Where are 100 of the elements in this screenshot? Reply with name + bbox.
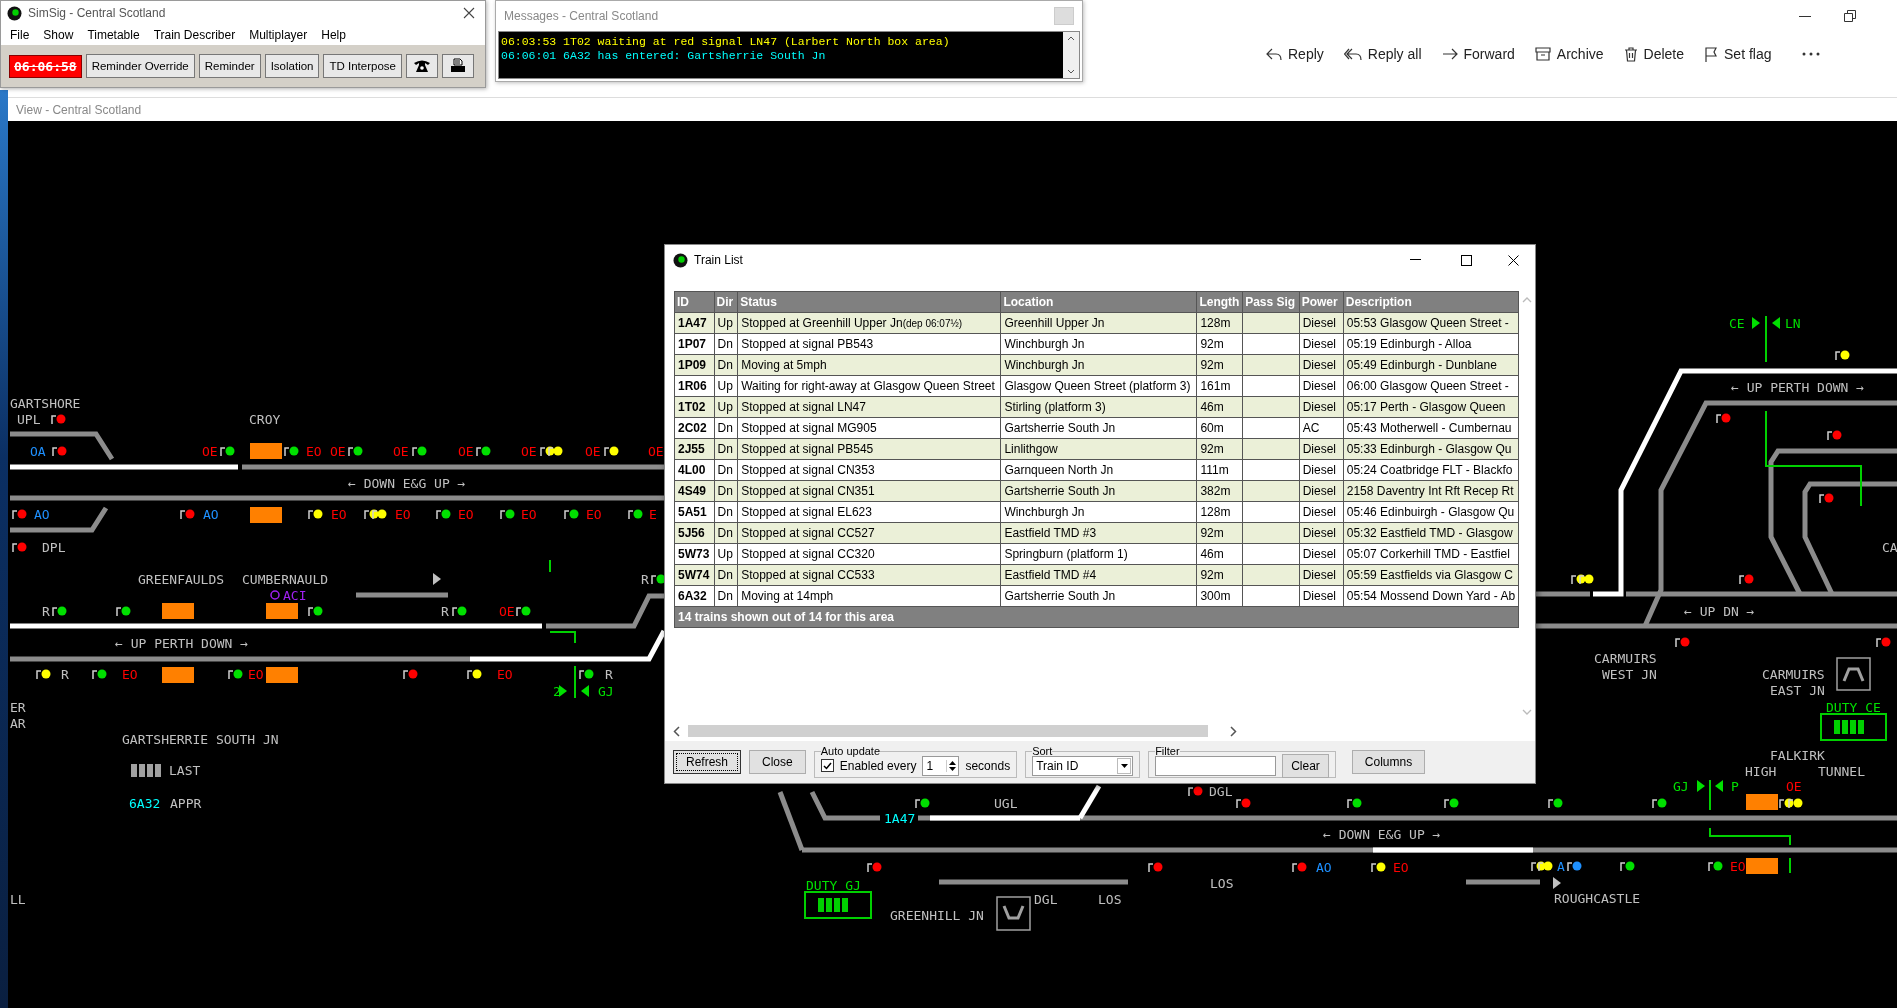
- column-header[interactable]: Power: [1299, 291, 1344, 313]
- signal-icon[interactable]: [348, 446, 363, 457]
- close-icon[interactable]: [463, 7, 475, 19]
- signal-icon[interactable]: [579, 669, 594, 680]
- signal-icon[interactable]: [1371, 862, 1386, 873]
- toolbar-button[interactable]: Reminder Override: [85, 54, 195, 78]
- close-button[interactable]: Close: [749, 750, 806, 774]
- signal-icon[interactable]: [1188, 786, 1203, 797]
- signal-icon[interactable]: [1827, 430, 1842, 441]
- column-header[interactable]: Length: [1196, 291, 1243, 313]
- menu-item[interactable]: Timetable: [87, 28, 140, 42]
- toolbar-button[interactable]: TD Interpose: [323, 54, 402, 78]
- toolbar-button[interactable]: Forward: [1433, 44, 1523, 64]
- signal-icon[interactable]: [476, 446, 491, 457]
- checkbox-label[interactable]: Enabled every: [839, 758, 917, 773]
- column-header[interactable]: Pass Sig: [1242, 291, 1300, 313]
- signal-icon[interactable]: [116, 606, 131, 617]
- refresh-button[interactable]: Refresh: [673, 750, 742, 774]
- signal-icon[interactable]: [1538, 861, 1553, 872]
- signal-icon[interactable]: [564, 509, 579, 520]
- signal-icon[interactable]: [867, 862, 882, 873]
- column-header[interactable]: ID: [674, 291, 715, 313]
- signal-icon[interactable]: [604, 446, 619, 457]
- berth-marker[interactable]: [162, 603, 194, 619]
- signal-icon[interactable]: [1652, 798, 1667, 809]
- signal-icon[interactable]: [1739, 574, 1754, 585]
- signal-icon[interactable]: [548, 446, 563, 457]
- signal-icon[interactable]: [452, 606, 467, 617]
- signal-icon[interactable]: [1347, 798, 1362, 809]
- column-header[interactable]: Description: [1343, 291, 1519, 313]
- close-icon[interactable]: [1508, 254, 1519, 266]
- minimize-icon[interactable]: [1799, 16, 1811, 18]
- signal-icon[interactable]: [651, 574, 666, 585]
- column-header[interactable]: Dir: [714, 291, 738, 313]
- signal-icon[interactable]: [228, 669, 243, 680]
- signal-icon[interactable]: [36, 669, 51, 680]
- signal-icon[interactable]: [1708, 861, 1723, 872]
- signal-icon[interactable]: [1567, 861, 1582, 872]
- signal-icon[interactable]: [1876, 637, 1891, 648]
- signal-icon[interactable]: [308, 606, 323, 617]
- menu-item[interactable]: Show: [43, 28, 74, 42]
- signal-icon[interactable]: [52, 446, 67, 457]
- toolbar-button[interactable]: Delete: [1615, 44, 1692, 64]
- signal-icon[interactable]: [1571, 574, 1586, 585]
- toolbar-button[interactable]: Archive: [1526, 44, 1612, 64]
- berth-marker[interactable]: [1746, 858, 1778, 874]
- signal-icon[interactable]: [1620, 861, 1635, 872]
- toolbar-button[interactable]: Isolation: [264, 54, 320, 78]
- toolbar-button[interactable]: Reply: [1258, 44, 1332, 64]
- signal-icon[interactable]: [1292, 862, 1307, 873]
- signal-icon[interactable]: [364, 509, 379, 520]
- signal-icon[interactable]: [1444, 798, 1459, 809]
- signal-icon[interactable]: [92, 669, 107, 680]
- signal-icon[interactable]: [628, 509, 643, 520]
- clear-button[interactable]: Clear: [1282, 753, 1329, 778]
- signal-icon[interactable]: [1835, 350, 1850, 361]
- restore-icon[interactable]: [1844, 10, 1856, 22]
- signal-icon[interactable]: [372, 509, 387, 520]
- signal-icon[interactable]: [1675, 637, 1690, 648]
- maximize-icon[interactable]: [1461, 254, 1472, 266]
- signal-icon[interactable]: [1531, 861, 1546, 872]
- sort-dropdown[interactable]: Train ID: [1032, 755, 1134, 776]
- berth-marker[interactable]: [250, 443, 282, 459]
- berth-marker[interactable]: [1746, 794, 1778, 810]
- signal-icon[interactable]: [403, 669, 418, 680]
- berth-marker[interactable]: [250, 507, 282, 523]
- phone-button[interactable]: [405, 54, 438, 78]
- checkbox[interactable]: [820, 759, 834, 772]
- signal-icon[interactable]: [436, 509, 451, 520]
- signal-icon[interactable]: [1548, 798, 1563, 809]
- toolbar-button[interactable]: Set flag: [1696, 44, 1780, 64]
- menu-item[interactable]: Help: [321, 28, 346, 42]
- scrollbar-thumb[interactable]: [688, 725, 1208, 737]
- menu-item[interactable]: Train Describer: [153, 28, 236, 42]
- berth-marker[interactable]: [266, 667, 298, 683]
- scrollbar[interactable]: [1063, 32, 1079, 78]
- column-header[interactable]: Location: [1000, 291, 1197, 313]
- menu-item[interactable]: File: [10, 28, 30, 42]
- signal-icon[interactable]: [1779, 798, 1794, 809]
- signal-icon[interactable]: [1236, 798, 1251, 809]
- signal-icon[interactable]: [516, 606, 531, 617]
- signal-icon[interactable]: [1819, 493, 1834, 504]
- filter-field[interactable]: [1155, 755, 1277, 776]
- toolbar-button[interactable]: Reminder: [198, 54, 261, 78]
- menu-item[interactable]: Multiplayer: [249, 28, 308, 42]
- signal-icon[interactable]: [500, 509, 515, 520]
- column-header[interactable]: Status: [737, 291, 1001, 313]
- signal-icon[interactable]: [1788, 798, 1803, 809]
- signal-icon[interactable]: [51, 414, 66, 425]
- signal-icon[interactable]: [1579, 574, 1594, 585]
- signal-icon[interactable]: [180, 509, 195, 520]
- more-icon[interactable]: [1801, 52, 1820, 56]
- spinner-field[interactable]: 1: [922, 755, 960, 776]
- print-button[interactable]: [441, 54, 474, 78]
- signal-icon[interactable]: [1716, 413, 1731, 424]
- signal-icon[interactable]: [284, 446, 299, 457]
- signal-icon[interactable]: [12, 509, 27, 520]
- up-arrow-icon[interactable]: [949, 760, 957, 765]
- signal-icon[interactable]: [467, 669, 482, 680]
- down-arrow-icon[interactable]: [949, 766, 957, 771]
